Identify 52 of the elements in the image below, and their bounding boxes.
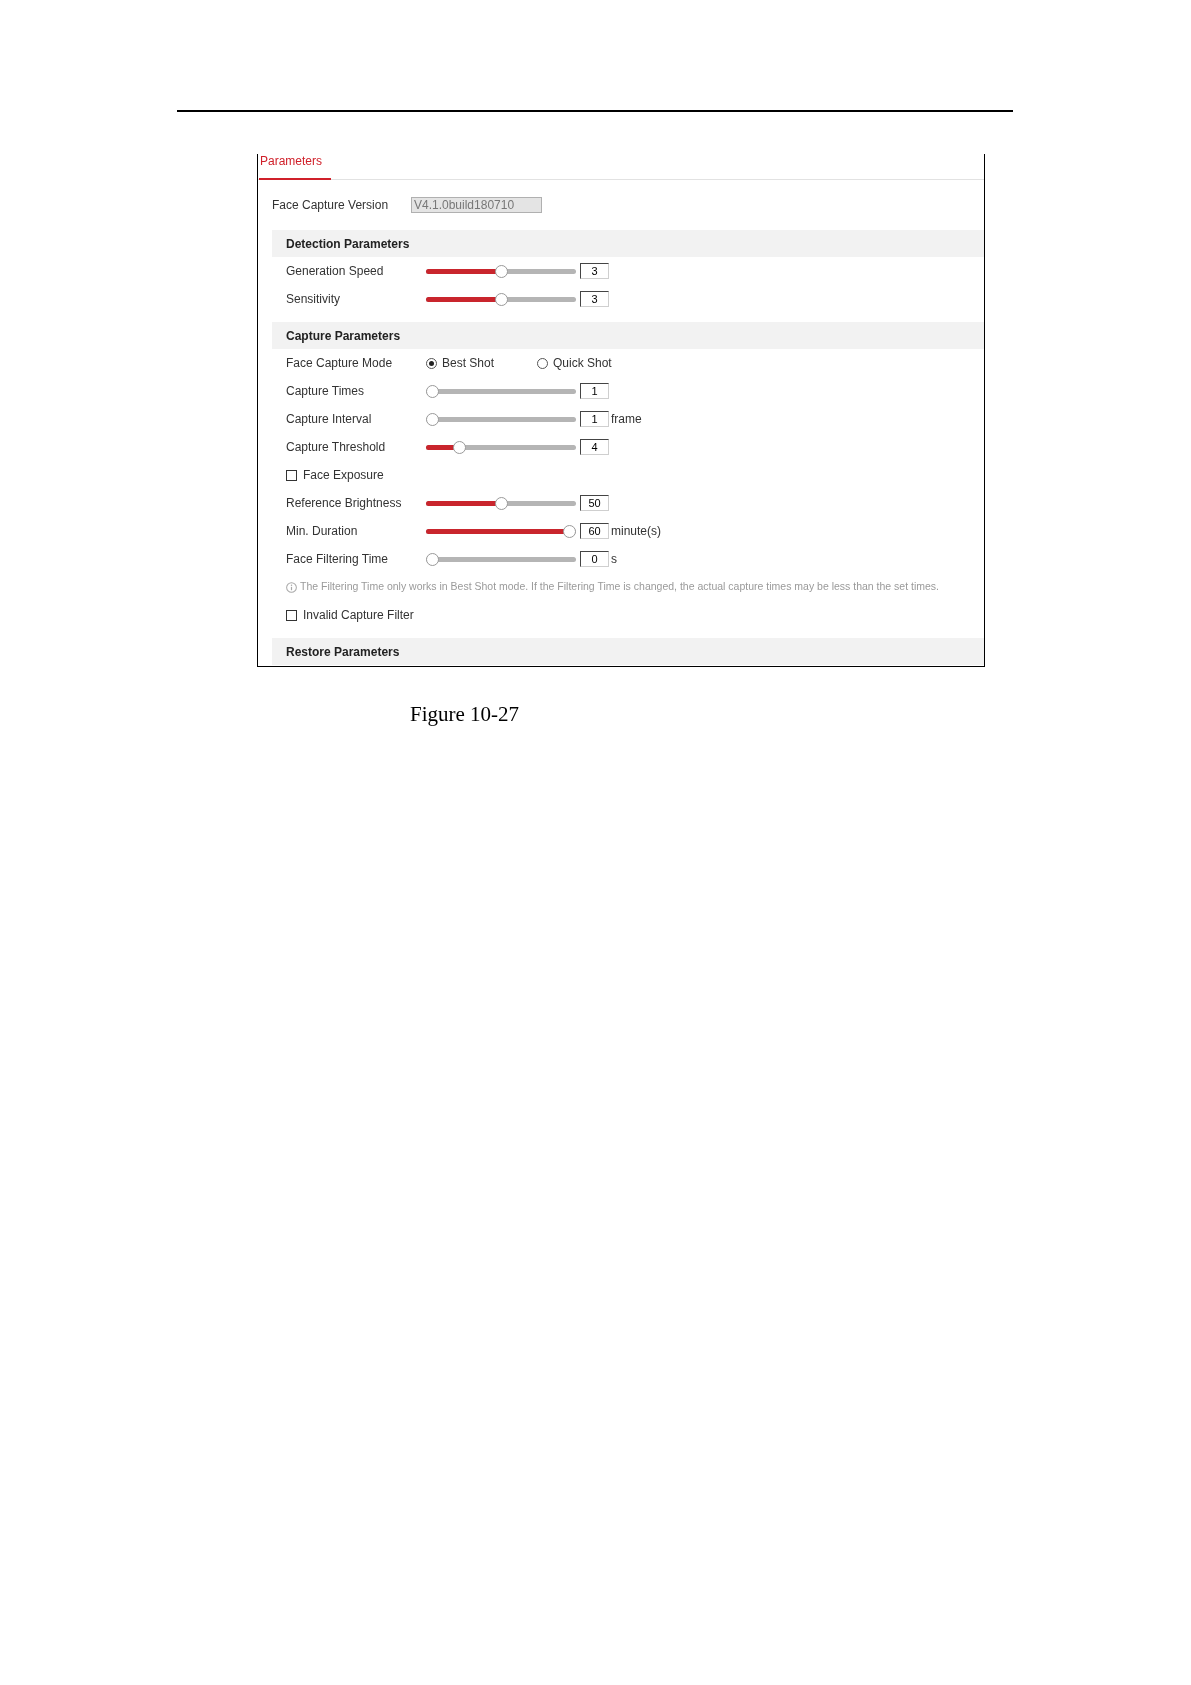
field-label: Capture Threshold — [286, 439, 387, 456]
slider-track[interactable] — [426, 412, 576, 426]
checkbox-label: Invalid Capture Filter — [303, 607, 414, 624]
slider-thumb[interactable] — [453, 440, 467, 454]
slider-thumb[interactable] — [563, 524, 576, 538]
checkbox[interactable] — [286, 609, 297, 621]
section-header: Restore Parameters — [272, 638, 984, 665]
unit-label: s — [611, 551, 617, 568]
figure-caption: Figure 10-27 — [410, 702, 520, 726]
checkbox[interactable] — [286, 469, 297, 481]
field-label: Capture Times — [286, 383, 366, 400]
value-field[interactable]: 3 — [580, 263, 609, 279]
slider-thumb[interactable] — [494, 292, 508, 306]
value-field[interactable]: 50 — [580, 495, 609, 511]
slider-thumb[interactable] — [426, 384, 439, 398]
unit-label: minute(s) — [611, 523, 661, 540]
slider-track[interactable] — [426, 496, 576, 510]
value-field[interactable]: 60 — [580, 523, 609, 539]
field-label: Face Capture Mode — [286, 355, 394, 372]
value-field[interactable]: 4 — [580, 439, 609, 455]
checkbox-label: Face Exposure — [303, 467, 384, 484]
slider-track[interactable] — [426, 384, 576, 398]
section-header: Capture Parameters — [272, 322, 984, 349]
field-label: Face Filtering Time — [286, 551, 390, 568]
value-field[interactable]: 3 — [580, 291, 609, 307]
radio-button[interactable] — [426, 357, 437, 369]
field-label: Sensitivity — [286, 291, 342, 308]
slider-thumb[interactable] — [426, 552, 439, 566]
option-label: Quick Shot — [553, 355, 612, 372]
tab[interactable]: Parameters — [259, 154, 331, 180]
option-label: Best Shot — [442, 355, 495, 372]
value-field[interactable]: 1 — [580, 411, 609, 427]
slider-thumb[interactable] — [494, 264, 508, 278]
slider-track[interactable] — [426, 292, 576, 306]
slider-track[interactable] — [426, 552, 576, 566]
slider-thumb[interactable] — [494, 496, 508, 510]
slider-track[interactable] — [426, 440, 576, 454]
field-label: Reference Brightness — [286, 495, 403, 512]
field-label: Generation Speed — [286, 263, 385, 280]
value-field[interactable]: 1 — [580, 383, 609, 399]
radio-button[interactable] — [537, 357, 548, 369]
field-label: Capture Interval — [286, 411, 373, 428]
slider-track[interactable] — [426, 524, 576, 538]
value-field[interactable]: 0 — [580, 551, 609, 567]
slider-track[interactable] — [426, 264, 576, 278]
slider-thumb[interactable] — [426, 412, 439, 426]
hint-text: The Filtering Time only works in Best Shot mode. If the Filtering Time is changed, the actual capture times may be less than the set times. — [300, 579, 940, 595]
field-label: Min. Duration — [286, 523, 359, 540]
unit-label: frame — [611, 411, 642, 428]
field-label: Face Capture Version — [272, 197, 390, 214]
section-header: Detection Parameters — [272, 230, 984, 257]
info-icon — [286, 581, 297, 593]
